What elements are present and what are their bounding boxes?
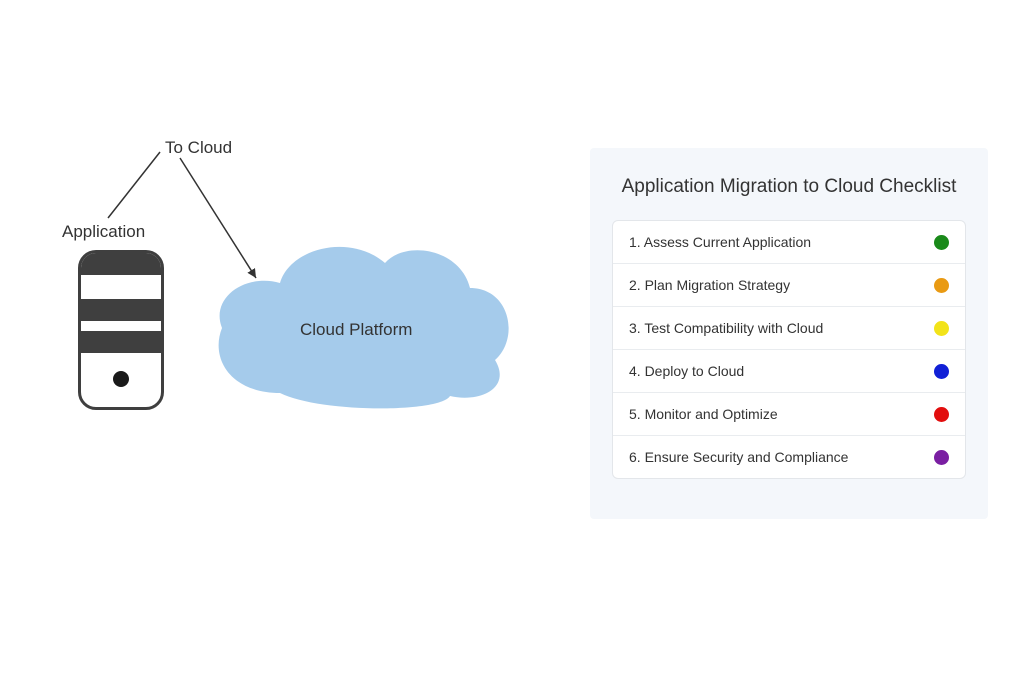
checklist-item: 2. Plan Migration Strategy <box>613 263 965 306</box>
checklist-item-label: 1. Assess Current Application <box>629 234 811 250</box>
server-icon <box>78 250 164 410</box>
to-cloud-label: To Cloud <box>165 138 232 158</box>
cloud-platform-label: Cloud Platform <box>300 320 412 340</box>
checklist-item: 5. Monitor and Optimize <box>613 392 965 435</box>
checklist-item: 1. Assess Current Application <box>613 221 965 263</box>
checklist-item-label: 4. Deploy to Cloud <box>629 363 744 379</box>
status-dot-icon <box>934 235 949 250</box>
application-label: Application <box>62 222 145 242</box>
checklist: 1. Assess Current Application 2. Plan Mi… <box>612 220 966 479</box>
checklist-item-label: 3. Test Compatibility with Cloud <box>629 320 823 336</box>
migration-diagram: Application To Cloud Cloud Platform <box>0 0 580 683</box>
checklist-item: 4. Deploy to Cloud <box>613 349 965 392</box>
status-dot-icon <box>934 278 949 293</box>
checklist-item: 3. Test Compatibility with Cloud <box>613 306 965 349</box>
status-dot-icon <box>934 407 949 422</box>
checklist-title: Application Migration to Cloud Checklist <box>612 176 966 198</box>
status-dot-icon <box>934 450 949 465</box>
checklist-item-label: 5. Monitor and Optimize <box>629 406 778 422</box>
checklist-item-label: 2. Plan Migration Strategy <box>629 277 790 293</box>
checklist-item-label: 6. Ensure Security and Compliance <box>629 449 848 465</box>
status-dot-icon <box>934 364 949 379</box>
checklist-item: 6. Ensure Security and Compliance <box>613 435 965 478</box>
checklist-panel: Application Migration to Cloud Checklist… <box>590 148 988 519</box>
status-dot-icon <box>934 321 949 336</box>
